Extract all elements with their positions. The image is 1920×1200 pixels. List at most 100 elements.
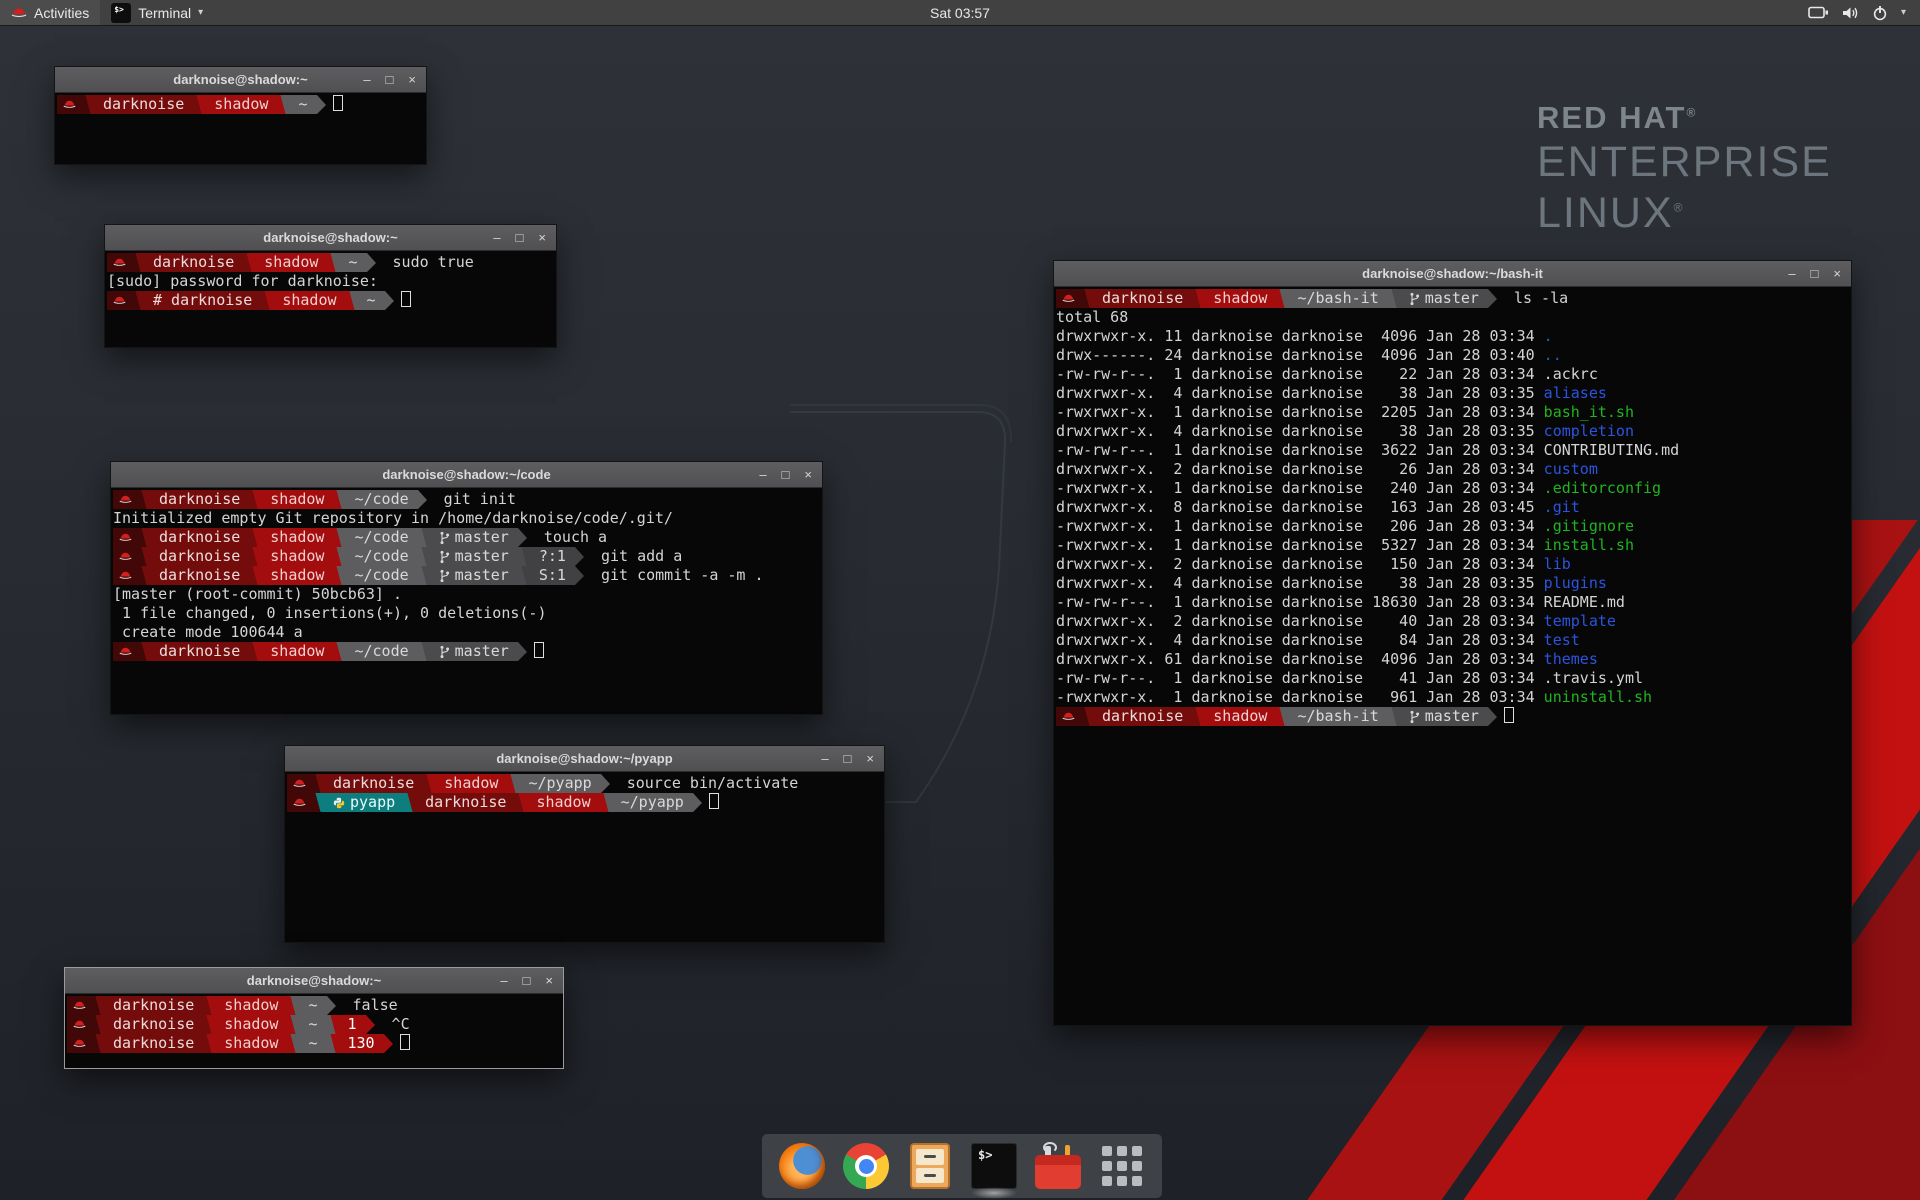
clock[interactable]: Sat 03:57	[920, 0, 1000, 25]
ls-row-filename: custom	[1544, 460, 1598, 478]
command-text: ls -la	[1497, 289, 1568, 307]
ls-row-filename: .ackrc	[1544, 365, 1598, 383]
dock-item-app-grid[interactable]	[1097, 1141, 1147, 1191]
powerline-separator	[327, 1015, 339, 1034]
prompt-segment-venv: pyapp	[324, 793, 404, 812]
powerline-separator	[515, 793, 527, 812]
ls-row-filename: plugins	[1544, 574, 1607, 592]
terminal-line: -rw-rw-r--. 1 darknoise darknoise 18630 …	[1056, 593, 1851, 612]
powerline-separator	[203, 1034, 215, 1053]
window-titlebar[interactable]: darknoise@shadow:~–□×	[55, 67, 426, 93]
powerline-arrow	[327, 996, 336, 1015]
terminal-line: drwxrwxr-x. 2 darknoise darknoise 150 Ja…	[1056, 555, 1851, 574]
close-button[interactable]: ×	[408, 67, 416, 93]
close-button[interactable]: ×	[866, 746, 874, 772]
powerline-separator	[249, 642, 261, 661]
prompt-segment-user: darknoise	[150, 566, 249, 585]
terminal-content[interactable]: darknoiseshadow~	[55, 93, 426, 164]
window-titlebar[interactable]: darknoise@shadow:~–□×	[65, 968, 563, 994]
powerline-separator	[1081, 707, 1093, 726]
top-bar: Activities $> Terminal ▾ Sat 03:57 ▾	[0, 0, 1920, 26]
maximize-button[interactable]: □	[516, 225, 524, 251]
activities-button[interactable]: Activities	[0, 0, 100, 25]
prompt-segment-git: master	[1400, 289, 1488, 308]
logo-line-linux: LINUX®	[1537, 189, 1832, 238]
powerline-separator	[261, 291, 273, 310]
powerline-separator	[1192, 707, 1204, 726]
system-tray[interactable]: ▾	[1800, 0, 1914, 25]
close-button[interactable]: ×	[538, 225, 546, 251]
maximize-button[interactable]: □	[782, 462, 790, 488]
tray-chevron-icon: ▾	[1901, 7, 1906, 18]
redhat-icon	[119, 531, 132, 544]
dock-item-terminal[interactable]: $>	[969, 1141, 1019, 1191]
dock-item-toolbox[interactable]	[1033, 1141, 1083, 1191]
minimize-button[interactable]: –	[759, 462, 766, 488]
powerline-separator	[132, 253, 144, 272]
powerline-separator	[249, 547, 261, 566]
terminal-line: drwxrwxr-x. 4 darknoise darknoise 38 Jan…	[1056, 422, 1851, 441]
minimize-button[interactable]: –	[821, 746, 828, 772]
powerline-separator	[333, 566, 345, 585]
terminal-line: [master (root-commit) 50bcb63] .	[113, 585, 822, 604]
chrome-icon	[843, 1143, 889, 1189]
maximize-button[interactable]: □	[1811, 261, 1819, 287]
terminal-line: create mode 100644 a	[113, 623, 822, 642]
powerline-separator	[312, 793, 324, 812]
prompt-segment-hat	[1056, 707, 1081, 726]
powerline-separator	[243, 253, 255, 272]
terminal-window-home-2: darknoise@shadow:~–□×darknoiseshadow~ su…	[104, 224, 557, 348]
powerline-separator	[333, 547, 345, 566]
app-menu-label: Terminal	[138, 5, 191, 21]
rhel-logo: RED HAT® ENTERPRISE LINUX®	[1537, 100, 1832, 238]
close-button[interactable]: ×	[1833, 261, 1841, 287]
terminal-content[interactable]: darknoiseshadow~/bash-itmaster ls -latot…	[1054, 287, 1851, 1025]
ls-row-attrs: -rwxrwxr-x. 1 darknoise darknoise 2205 J…	[1056, 403, 1544, 421]
ls-row-filename: CONTRIBUTING.md	[1544, 441, 1679, 459]
window-titlebar[interactable]: darknoise@shadow:~–□×	[105, 225, 556, 251]
prompt-segment-user: darknoise	[94, 95, 193, 114]
terminal-content[interactable]: darknoiseshadow~/code git initInitialize…	[111, 488, 822, 714]
dock-item-files[interactable]	[905, 1141, 955, 1191]
terminal-content[interactable]: darknoiseshadow~ sudo true[sudo] passwor…	[105, 251, 556, 347]
minimize-button[interactable]: –	[1788, 261, 1795, 287]
terminal-content[interactable]: darknoiseshadow~/pyapp source bin/activa…	[285, 772, 884, 942]
powerline-separator	[82, 95, 94, 114]
powerline-separator	[1388, 289, 1400, 308]
terminal-cursor	[333, 95, 343, 111]
close-button[interactable]: ×	[545, 968, 553, 994]
app-menu[interactable]: $> Terminal ▾	[100, 0, 214, 25]
minimize-button[interactable]: –	[500, 968, 507, 994]
terminal-line: -rwxrwxr-x. 1 darknoise darknoise 961 Ja…	[1056, 688, 1851, 707]
window-titlebar[interactable]: darknoise@shadow:~/code–□×	[111, 462, 822, 488]
prompt-segment-err: 1	[339, 1015, 366, 1034]
close-button[interactable]: ×	[804, 462, 812, 488]
prompt-segment-host: shadow	[215, 996, 287, 1015]
command-text: source bin/activate	[610, 774, 799, 792]
ls-row-filename: uninstall.sh	[1544, 688, 1652, 706]
prompt-segment-hat	[67, 1015, 92, 1034]
maximize-button[interactable]: □	[386, 67, 394, 93]
prompt-segment-host: shadow	[1204, 707, 1276, 726]
terminal-content[interactable]: darknoiseshadow~ falsedarknoiseshadow~1 …	[65, 994, 563, 1068]
terminal-line: drwxrwxr-x. 4 darknoise darknoise 84 Jan…	[1056, 631, 1851, 650]
maximize-button[interactable]: □	[844, 746, 852, 772]
branch-icon	[439, 531, 450, 545]
maximize-button[interactable]: □	[523, 968, 531, 994]
window-titlebar[interactable]: darknoise@shadow:~/pyapp–□×	[285, 746, 884, 772]
prompt-segment-user: darknoise	[324, 774, 423, 793]
ls-row-filename: ..	[1544, 346, 1562, 364]
prompt-segment-path: ~/code	[345, 566, 417, 585]
dock: $>	[762, 1134, 1162, 1198]
terminal-line: -rw-rw-r--. 1 darknoise darknoise 41 Jan…	[1056, 669, 1851, 688]
prompt-segment-user: darknoise	[1093, 289, 1192, 308]
window-titlebar[interactable]: darknoise@shadow:~/bash-it–□×	[1054, 261, 1851, 287]
dock-item-firefox[interactable]	[777, 1141, 827, 1191]
branch-icon	[1409, 710, 1420, 724]
prompt-segment-host: shadow	[261, 528, 333, 547]
prompt-segment-path: ~	[299, 996, 326, 1015]
redhat-icon	[63, 98, 76, 111]
minimize-button[interactable]: –	[493, 225, 500, 251]
dock-item-chrome[interactable]	[841, 1141, 891, 1191]
minimize-button[interactable]: –	[363, 67, 370, 93]
